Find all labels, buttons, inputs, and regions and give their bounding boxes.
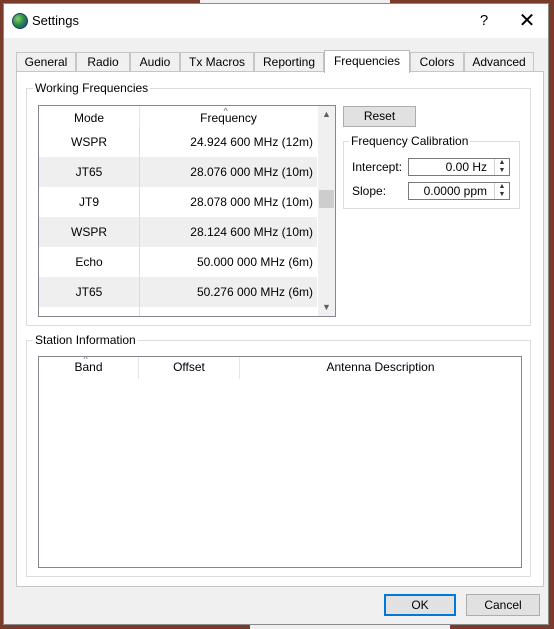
working-frequencies-table[interactable]: Mode ^ Frequency WSPR 24.924 600 MHz (12… <box>38 105 336 317</box>
frequency-calibration-title: Frequency Calibration <box>349 134 471 148</box>
working-frequencies-title: Working Frequencies <box>33 81 151 95</box>
slope-value: 0.0000 ppm <box>423 184 487 198</box>
cancel-button[interactable]: Cancel <box>466 594 540 616</box>
spin-buttons[interactable]: ▲ ▼ <box>494 183 509 199</box>
station-information-title: Station Information <box>33 333 138 347</box>
intercept-spinbox[interactable]: 0.00 Hz ▲ ▼ <box>408 158 510 176</box>
tab-radio[interactable]: Radio <box>76 52 130 72</box>
window-title: Settings <box>32 13 79 28</box>
slope-spinbox[interactable]: 0.0000 ppm ▲ ▼ <box>408 182 510 200</box>
tab-audio[interactable]: Audio <box>130 52 180 72</box>
spin-down-icon[interactable]: ▼ <box>495 191 509 199</box>
help-button[interactable]: ? <box>474 11 494 31</box>
band-header-label: Band <box>74 360 103 374</box>
vertical-scrollbar[interactable]: ▲ ▼ <box>318 106 335 316</box>
table-row[interactable]: WSPR 28.124 600 MHz (10m) <box>39 217 317 247</box>
frequency-header-label: Frequency <box>200 111 257 125</box>
ok-button[interactable]: OK <box>384 594 456 616</box>
frequency-cell: 28.078 000 MHz (10m) <box>190 195 313 209</box>
spin-up-icon[interactable]: ▲ <box>495 159 509 167</box>
close-button[interactable]: ✕ <box>516 11 538 31</box>
station-information-group: Station Information ^ Band Offset Antenn… <box>26 333 531 577</box>
frequency-cell: 28.124 600 MHz (10m) <box>190 225 313 239</box>
tab-general[interactable]: General <box>16 52 76 72</box>
tab-tx-macros[interactable]: Tx Macros <box>180 52 254 72</box>
mode-cell: Echo <box>39 247 140 277</box>
table-row[interactable]: JT65 50.276 000 MHz (6m) <box>39 277 317 307</box>
column-header-offset[interactable]: Offset <box>139 357 240 379</box>
table-row[interactable]: JT65 28.076 000 MHz (10m) <box>39 157 317 187</box>
spin-buttons[interactable]: ▲ ▼ <box>494 159 509 175</box>
scroll-down-arrow-icon[interactable]: ▼ <box>318 299 335 316</box>
table-row[interactable]: JT9 28.078 000 MHz (10m) <box>39 187 317 217</box>
table-row-partial <box>39 307 317 316</box>
mode-cell: WSPR <box>39 127 140 157</box>
spin-down-icon[interactable]: ▼ <box>495 167 509 175</box>
spin-up-icon[interactable]: ▲ <box>495 183 509 191</box>
station-information-table[interactable]: ^ Band Offset Antenna Description <box>38 356 522 568</box>
frequency-cell: 24.924 600 MHz (12m) <box>190 135 313 149</box>
table-row[interactable]: WSPR 24.924 600 MHz (12m) <box>39 127 317 157</box>
app-globe-icon <box>12 13 28 29</box>
settings-dialog: Settings ? ✕ General Radio Audio Tx Macr… <box>3 3 549 625</box>
sort-up-icon: ^ <box>223 106 228 116</box>
reset-button[interactable]: Reset <box>343 106 416 127</box>
column-header-antenna-description[interactable]: Antenna Description <box>240 357 521 379</box>
scroll-up-arrow-icon[interactable]: ▲ <box>318 106 335 123</box>
scrollbar-thumb[interactable] <box>319 190 334 208</box>
tab-colors[interactable]: Colors <box>410 52 464 72</box>
tab-advanced[interactable]: Advanced <box>464 52 534 72</box>
table-row[interactable]: Echo 50.000 000 MHz (6m) <box>39 247 317 277</box>
sort-up-icon: ^ <box>83 356 88 364</box>
slope-label: Slope: <box>352 184 387 198</box>
frequency-cell: 50.276 000 MHz (6m) <box>196 285 313 299</box>
frequency-cell: 50.000 000 MHz (6m) <box>196 255 313 269</box>
frequency-calibration-group: Frequency Calibration Intercept: 0.00 Hz… <box>343 134 520 209</box>
mode-cell: JT65 <box>39 277 140 307</box>
title-bar: Settings ? ✕ <box>4 4 548 38</box>
tab-frequencies[interactable]: Frequencies <box>324 50 410 73</box>
intercept-value: 0.00 Hz <box>445 160 487 174</box>
mode-cell: WSPR <box>39 217 140 247</box>
background-window <box>250 625 450 629</box>
mode-cell: JT65 <box>39 157 140 187</box>
column-header-band[interactable]: ^ Band <box>39 357 139 379</box>
mode-cell: JT9 <box>39 187 140 217</box>
tab-reporting[interactable]: Reporting <box>254 52 324 72</box>
intercept-label: Intercept: <box>352 160 403 174</box>
frequency-cell: 28.076 000 MHz (10m) <box>190 165 313 179</box>
frequencies-panel: Working Frequencies Mode ^ Frequency WSP… <box>16 71 544 587</box>
working-frequencies-group: Working Frequencies Mode ^ Frequency WSP… <box>26 81 531 326</box>
mode-cell <box>39 307 140 316</box>
